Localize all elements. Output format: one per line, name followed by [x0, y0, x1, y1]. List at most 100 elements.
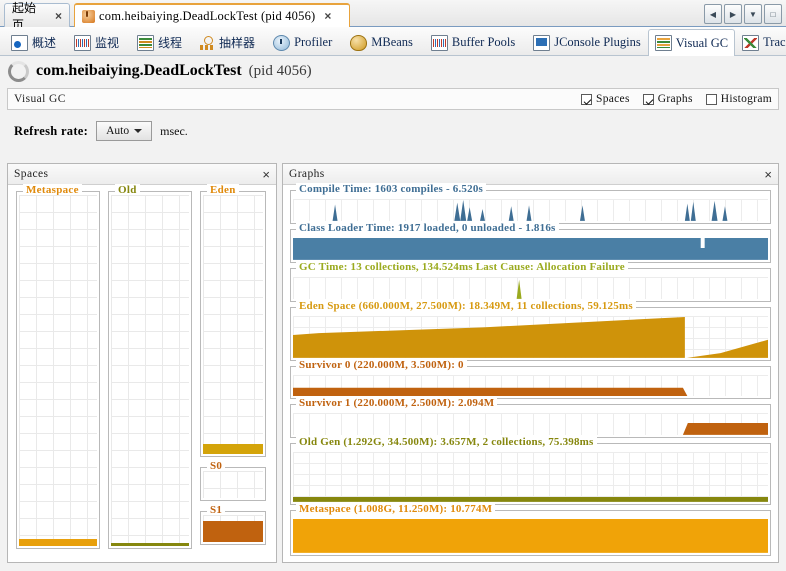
- sampler-icon: [200, 36, 215, 50]
- tab-buffer-pools[interactable]: Buffer Pools: [424, 29, 522, 55]
- space-fill-bar: [203, 521, 263, 542]
- graph-label: Survivor 0 (220.000M, 3.500M): 0: [296, 359, 467, 371]
- grid-lines: [19, 195, 97, 546]
- close-icon[interactable]: ×: [764, 168, 772, 181]
- gc-time-spikes: [293, 277, 768, 299]
- space-group-metaspace[interactable]: Metaspace: [16, 191, 100, 549]
- checkbox-graphs[interactable]: Graphs: [643, 93, 693, 105]
- tab-label: 监视: [95, 34, 119, 51]
- space-group-s1[interactable]: S1: [200, 511, 266, 545]
- buffer-pools-icon: [431, 35, 448, 51]
- tab-jconsole-plugins[interactable]: JConsole Plugins: [526, 29, 647, 55]
- graph-class-loader-time[interactable]: Class Loader Time: 1917 loaded, 0 unload…: [290, 229, 771, 263]
- profiler-icon: [273, 35, 290, 51]
- graph-eden-space[interactable]: Eden Space (660.000M, 27.500M): 18.349M,…: [290, 307, 771, 361]
- graph-compile-time[interactable]: Compile Time: 1603 compiles - 6.520s: [290, 190, 771, 224]
- tab-label: 概述: [32, 34, 56, 51]
- space-column-young: Eden S0 S1: [200, 191, 266, 556]
- checkbox-box-icon[interactable]: [643, 94, 654, 105]
- class-loader-area: [293, 238, 768, 260]
- checkbox-spaces[interactable]: Spaces: [581, 93, 630, 105]
- spaces-panel-title: Spaces: [14, 168, 48, 180]
- visual-gc-header: Visual GC Spaces Graphs Histogram: [7, 88, 779, 110]
- visual-gc-checkbox-group: Spaces Graphs Histogram: [581, 93, 772, 105]
- refresh-rate-value: Auto: [106, 125, 129, 137]
- window-tab-label: com.heibaiying.DeadLockTest (pid 4056): [99, 9, 315, 24]
- close-icon[interactable]: ×: [324, 9, 331, 23]
- tab-profiler[interactable]: Profiler: [266, 29, 339, 55]
- checkbox-label: Graphs: [658, 93, 693, 105]
- graph-canvas: [293, 199, 768, 221]
- graph-canvas: [293, 375, 768, 397]
- window-tab-deadlocktest[interactable]: com.heibaiying.DeadLockTest (pid 4056) ×: [74, 3, 350, 27]
- checkbox-histogram[interactable]: Histogram: [706, 93, 772, 105]
- scroll-left-button[interactable]: ◀: [704, 4, 722, 24]
- tab-label: Tracer: [763, 35, 786, 50]
- visual-gc-icon: [655, 35, 672, 51]
- graph-canvas: [293, 519, 768, 553]
- grid-lines: [203, 195, 263, 454]
- close-icon[interactable]: ×: [262, 168, 270, 181]
- tab-tracer[interactable]: Tracer: [735, 29, 786, 55]
- tab-label: 线程: [158, 34, 182, 51]
- refresh-rate-select[interactable]: Auto: [96, 121, 152, 141]
- tab-overview[interactable]: 概述: [4, 29, 63, 55]
- graph-old-gen[interactable]: Old Gen (1.292G, 34.500M): 3.657M, 2 col…: [290, 443, 771, 505]
- graph-survivor-1[interactable]: Survivor 1 (220.000M, 2.500M): 2.094M: [290, 404, 771, 438]
- space-group-old[interactable]: Old: [108, 191, 192, 549]
- tab-monitor[interactable]: 监视: [67, 29, 126, 55]
- compile-time-spikes: [293, 199, 768, 221]
- graph-canvas: [293, 316, 768, 358]
- graph-label: GC Time: 13 collections, 134.524ms Last …: [296, 261, 628, 273]
- application-name: com.heibaiying.DeadLockTest: [36, 62, 242, 80]
- space-column-old: Old: [108, 191, 192, 556]
- spaces-panel: Spaces × Metaspace Old: [7, 163, 277, 563]
- graph-metaspace[interactable]: Metaspace (1.008G, 11.250M): 10.774M: [290, 510, 771, 556]
- tab-visual-gc[interactable]: Visual GC: [648, 29, 735, 56]
- graph-label: Class Loader Time: 1917 loaded, 0 unload…: [296, 222, 559, 234]
- graph-gc-time[interactable]: GC Time: 13 collections, 134.524ms Last …: [290, 268, 771, 302]
- space-fill-bar: [203, 444, 263, 454]
- refresh-rate-label: Refresh rate:: [14, 124, 88, 139]
- tab-label: JConsole Plugins: [554, 35, 640, 50]
- checkbox-box-icon[interactable]: [706, 94, 717, 105]
- window-tab-start-page[interactable]: 起始页 ×: [4, 3, 70, 27]
- java-icon: [82, 10, 95, 23]
- metaspace-area: [293, 519, 768, 553]
- tab-label: 抽样器: [219, 34, 255, 51]
- spaces-panel-header: Spaces ×: [8, 164, 276, 185]
- visual-gc-caption: Visual GC: [14, 93, 66, 105]
- graph-label: Survivor 1 (220.000M, 2.500M): 2.094M: [296, 397, 497, 409]
- monitor-icon: [74, 35, 91, 51]
- checkbox-box-icon[interactable]: [581, 94, 592, 105]
- maximize-button[interactable]: □: [764, 4, 782, 24]
- space-column-metaspace: Metaspace: [16, 191, 100, 556]
- mbeans-icon: [350, 35, 367, 51]
- space-fill-bar: [19, 539, 97, 546]
- graphs-panel-header: Graphs ×: [283, 164, 778, 185]
- application-pid: (pid 4056): [249, 63, 312, 80]
- page-title: com.heibaiying.DeadLockTest (pid 4056): [0, 56, 786, 86]
- space-fill-bar: [111, 543, 189, 546]
- tab-label: Visual GC: [676, 36, 728, 51]
- spaces-body: Metaspace Old Eden: [8, 185, 276, 562]
- graph-label: Metaspace (1.008G, 11.250M): 10.774M: [296, 503, 495, 515]
- space-group-eden[interactable]: Eden: [200, 191, 266, 457]
- feature-toolbar: 概述 监视 线程 抽样器 Profiler MBeans Buf: [0, 27, 786, 56]
- eden-space-sawtooth: [293, 316, 768, 358]
- graph-survivor-0[interactable]: Survivor 0 (220.000M, 3.500M): 0: [290, 366, 771, 400]
- graphs-panel-title: Graphs: [289, 168, 325, 180]
- tab-threads[interactable]: 线程: [130, 29, 189, 55]
- grid-lines: [203, 471, 263, 498]
- graph-canvas: [293, 452, 768, 502]
- chevron-down-icon[interactable]: [134, 129, 142, 133]
- old-gen-area: [293, 452, 768, 502]
- tab-label: Profiler: [294, 35, 332, 50]
- close-icon[interactable]: ×: [55, 9, 62, 23]
- tab-list-button[interactable]: ▼: [744, 4, 762, 24]
- scroll-right-button[interactable]: ▶: [724, 4, 742, 24]
- space-group-s0[interactable]: S0: [200, 467, 266, 501]
- tracer-icon: [742, 35, 759, 51]
- tab-mbeans[interactable]: MBeans: [343, 29, 420, 55]
- tab-sampler[interactable]: 抽样器: [193, 29, 262, 55]
